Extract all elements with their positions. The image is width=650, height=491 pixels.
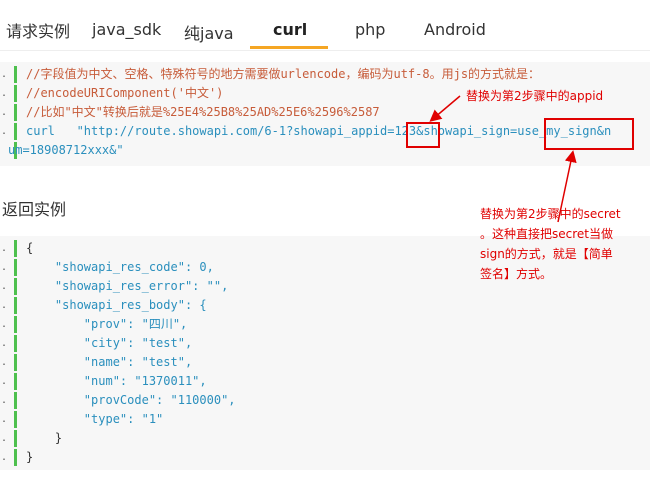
code-line: . } [0, 430, 63, 447]
code-line: . "provCode": "110000", [0, 392, 236, 409]
tab-java-sdk[interactable]: java_sdk [92, 20, 161, 48]
code-line: . "city": "test", [0, 335, 193, 352]
code-line: . "prov": "四川", [0, 316, 188, 333]
tab-curl[interactable]: curl [273, 20, 307, 48]
tab-android[interactable]: Android [424, 20, 486, 48]
active-tab-indicator [250, 46, 328, 49]
appid-annotation: 替换为第2步骤中的appid [466, 89, 604, 103]
request-code-block: . //字段值为中文、空格、特殊符号的地方需要做urlencode，编码为utf… [0, 62, 650, 166]
response-example-heading: 返回实例 [2, 200, 67, 219]
code-line: . //字段值为中文、空格、特殊符号的地方需要做urlencode，编码为utf… [0, 66, 541, 83]
sign-highlight-box [544, 118, 634, 150]
tab-bar: 请求实例 java_sdk 纯java curl php Android [0, 0, 650, 51]
appid-highlight-box [406, 122, 440, 148]
tab-php[interactable]: php [355, 20, 385, 48]
tab-pure-java[interactable]: 纯java [184, 20, 234, 48]
code-line: . "showapi_res_body": { [0, 297, 207, 314]
secret-annotation: 替换为第2步骤中的secret 。这种直接把secret当做 sign的方式，就… [480, 207, 621, 281]
code-line: . "type": "1" [0, 411, 164, 428]
request-example-heading: 请求实例 [6, 22, 71, 41]
code-line: . "name": "test", [0, 354, 193, 371]
code-line: .} [0, 449, 34, 466]
code-line: . "num": "1370011", [0, 373, 207, 390]
